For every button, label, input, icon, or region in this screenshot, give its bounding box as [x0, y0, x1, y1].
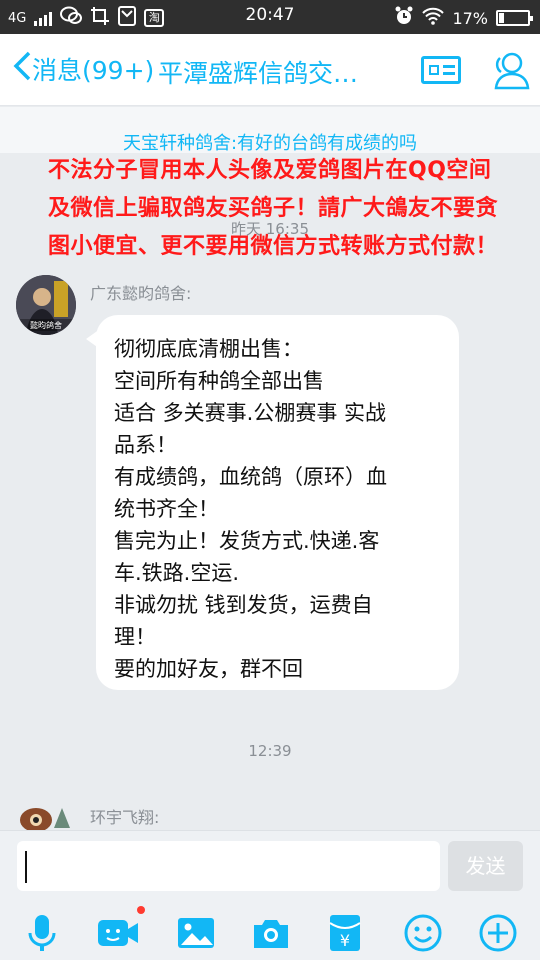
microphone-icon[interactable] — [22, 913, 62, 953]
scam-warning-overlay: 不法分子冒用本人头像及爱鸽图片在QQ空间 及微信上骗取鸽友买鸽子！請广大鴿友不要… — [48, 152, 538, 266]
message-line: 空间所有种鸽全部出售 — [114, 369, 324, 393]
message-line: 彻彻底底清棚出售： — [114, 337, 303, 361]
status-right: 17% — [394, 6, 533, 30]
status-bar: 4G 淘 20:47 17% — [0, 0, 540, 34]
camera-icon[interactable] — [251, 913, 291, 953]
message-line: 有成绩鸽，血统鸽（原环）血 — [114, 465, 387, 489]
chat-header: 消息(99+) 平潭盛辉信鸽交… — [0, 34, 540, 106]
notice-text: 天宝轩种鸽舍:有好的台鸽有成绩的吗 — [122, 133, 418, 154]
chat-title: 平潭盛辉信鸽交… — [158, 59, 359, 88]
back-button[interactable]: 消息(99+) — [12, 50, 154, 88]
text-caret — [25, 851, 27, 883]
avatar[interactable] — [16, 800, 76, 830]
battery-icon — [496, 10, 533, 26]
avatar-caption: 懿昀鸽舍 — [30, 320, 62, 330]
message-line: 要的加好友，群不回 — [114, 657, 303, 681]
card-icon — [429, 65, 439, 75]
svg-text:¥: ¥ — [340, 931, 350, 950]
message-line: 售完为止！发货方式.快递.客 — [114, 529, 380, 553]
message-line: 车.铁路.空运. — [114, 561, 240, 585]
back-label: 消息(99+) — [32, 56, 155, 85]
message-input[interactable] — [17, 841, 440, 891]
message-line: 非诚勿扰 钱到发货，运费自 — [114, 593, 373, 617]
avatar[interactable]: 懿昀鸽舍 — [16, 275, 76, 335]
send-button[interactable]: 发送 — [448, 841, 523, 891]
battery-percent: 17% — [452, 8, 488, 28]
sender-name: 广东懿昀鸽舍: — [90, 284, 192, 303]
message-time: 12:39 — [248, 742, 292, 760]
message-line: 理！ — [114, 625, 156, 649]
message-time: 昨天 16:35 — [231, 220, 309, 238]
back-chevron-icon — [12, 50, 32, 88]
input-bar: 发送 ¥ — [0, 830, 540, 960]
message-line: 品系！ — [114, 433, 177, 457]
message-bubble[interactable]: 彻彻底底清棚出售： 空间所有种鸽全部出售 适合 多关赛事.公棚赛事 实战 品系！… — [86, 315, 459, 690]
message-line: 适合 多关赛事.公棚赛事 实战 — [114, 401, 387, 425]
plus-icon[interactable] — [478, 913, 518, 953]
wifi-icon — [422, 7, 445, 29]
message-line: 统书齐全！ — [114, 497, 219, 521]
group-notice[interactable]: 天宝轩种鸽舍:有好的台鸽有成绩的吗 — [0, 107, 540, 154]
video-icon[interactable] — [96, 913, 138, 953]
members-icon — [494, 52, 530, 90]
battery-fill — [499, 13, 504, 23]
sender-name: 环宇飞翔: — [90, 808, 160, 827]
emoji-icon[interactable] — [403, 913, 443, 953]
alarm-icon — [394, 6, 414, 30]
group-members-button[interactable] — [488, 50, 532, 90]
video-notification-dot — [137, 906, 145, 914]
group-card-button[interactable] — [421, 56, 461, 84]
warning-line: 不法分子冒用本人头像及爱鸽图片在QQ空间 — [48, 158, 492, 183]
input-toolbar: ¥ — [0, 907, 540, 959]
image-icon[interactable] — [176, 913, 216, 953]
red-packet-icon[interactable]: ¥ — [327, 913, 367, 953]
